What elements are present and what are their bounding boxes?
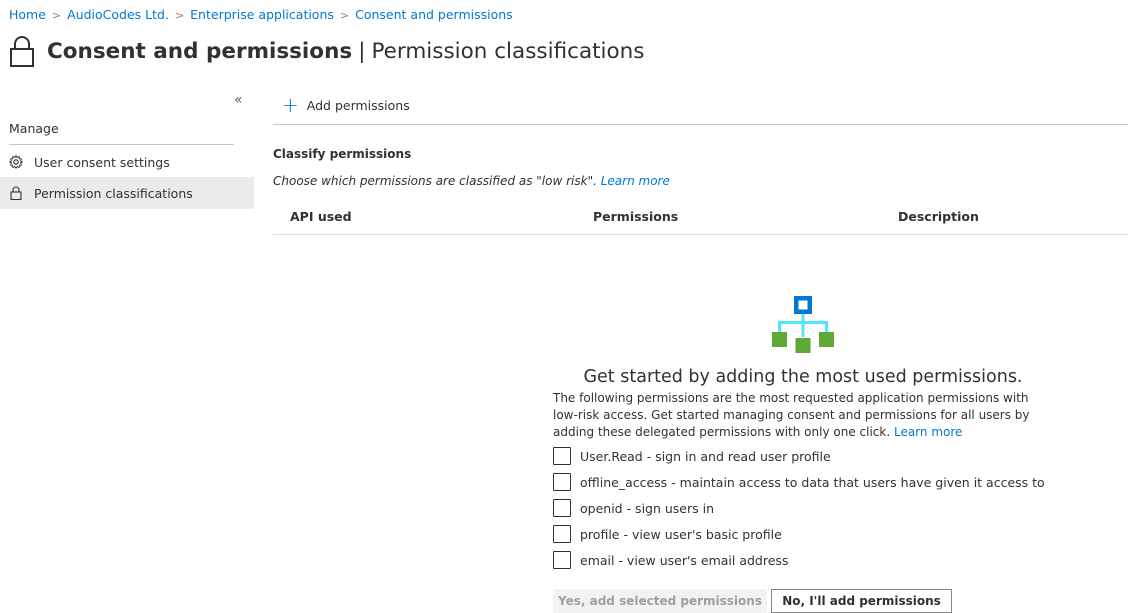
table-header-divider (273, 234, 1128, 235)
page-header: Consent and permissions | Permission cla… (9, 34, 645, 68)
permission-label: profile - view user's basic profile (580, 526, 782, 542)
title-separator: | (358, 38, 366, 64)
sidebar-item-label: Permission classifications (34, 185, 193, 201)
add-selected-permissions-button[interactable]: Yes, add selected permissions (553, 589, 767, 613)
permission-label: email - view user's email address (580, 552, 789, 568)
column-header-api-used[interactable]: API used (290, 209, 352, 224)
sidebar-item-label: User consent settings (34, 154, 170, 170)
chevron-right-icon: > (51, 9, 62, 22)
chevron-right-icon: > (339, 9, 350, 22)
hierarchy-icon (772, 296, 834, 353)
permission-checkbox-email[interactable]: email - view user's email address (553, 551, 788, 569)
learn-more-link[interactable]: Learn more (894, 425, 962, 439)
permission-checkbox-offline-access[interactable]: offline_access - maintain access to data… (553, 473, 1045, 491)
page-title: Consent and permissions (47, 38, 353, 64)
section-title: Classify permissions (273, 147, 412, 161)
sidebar-heading: Manage (9, 121, 59, 136)
permission-checkbox-profile[interactable]: profile - view user's basic profile (553, 525, 782, 543)
chevron-right-icon: > (174, 9, 185, 22)
permission-label: openid - sign users in (580, 500, 715, 516)
empty-state-description: The following permissions are the most r… (553, 390, 1039, 441)
permission-checkbox-user-read[interactable]: User.Read - sign in and read user profil… (553, 447, 831, 465)
breadcrumb-consent-and-permissions[interactable]: Consent and permissions (355, 7, 513, 22)
checkbox[interactable] (553, 525, 571, 543)
add-permissions-label: Add permissions (306, 97, 410, 113)
add-permissions-button[interactable]: + Add permissions (282, 93, 410, 117)
column-header-description[interactable]: Description (898, 209, 979, 224)
toolbar-divider (273, 124, 1128, 125)
gear-icon (9, 155, 23, 169)
permission-label: User.Read - sign in and read user profil… (580, 448, 831, 464)
permission-checkbox-openid[interactable]: openid - sign users in (553, 499, 714, 517)
page-subtitle: Permission classifications (371, 38, 645, 64)
checkbox[interactable] (553, 447, 571, 465)
empty-state-title: Get started by adding the most used perm… (583, 367, 1023, 387)
checkbox[interactable] (553, 473, 571, 491)
checkbox[interactable] (553, 551, 571, 569)
lock-icon (9, 186, 23, 200)
column-header-permissions[interactable]: Permissions (593, 209, 678, 224)
sidebar-item-permission-classifications[interactable]: Permission classifications (0, 177, 254, 209)
breadcrumb: Home > AudioCodes Ltd. > Enterprise applicat… (9, 7, 513, 22)
sidebar-item-user-consent-settings[interactable]: User consent settings (0, 146, 254, 178)
sidebar-divider (9, 144, 234, 145)
breadcrumb-audiocodes[interactable]: AudioCodes Ltd. (67, 7, 169, 22)
breadcrumb-enterprise-applications[interactable]: Enterprise applications (190, 7, 334, 22)
permission-label: offline_access - maintain access to data… (580, 474, 1045, 490)
checkbox[interactable] (553, 499, 571, 517)
breadcrumb-home[interactable]: Home (9, 7, 46, 22)
section-description: Choose which permissions are classified … (273, 174, 670, 188)
learn-more-link[interactable]: Learn more (601, 174, 670, 188)
lock-icon (10, 36, 34, 67)
collapse-sidebar-icon[interactable]: « (234, 92, 243, 108)
section-description-text: Choose which permissions are classified … (273, 174, 601, 188)
plus-icon: + (282, 93, 299, 117)
skip-add-permissions-button[interactable]: No, I'll add permissions (771, 589, 952, 613)
